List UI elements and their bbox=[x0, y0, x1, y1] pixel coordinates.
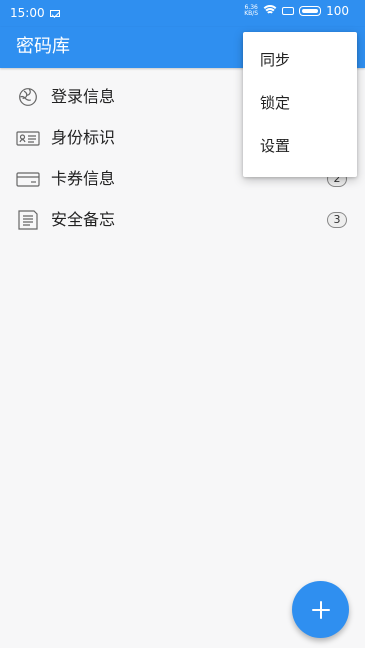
menu-item-lock[interactable]: 锁定 bbox=[243, 82, 357, 126]
list-item-note[interactable]: 安全备忘 3 bbox=[0, 200, 365, 240]
list-item-label: 登录信息 bbox=[51, 87, 116, 106]
list-item-label: 身份标识 bbox=[51, 128, 116, 147]
plus-icon bbox=[311, 600, 330, 619]
menu-item-label: 设置 bbox=[260, 137, 291, 155]
card-icon bbox=[16, 169, 40, 189]
menu-item-label: 同步 bbox=[260, 51, 291, 69]
network-speed-unit: KB/S bbox=[244, 10, 259, 17]
count-badge: 3 bbox=[327, 212, 347, 228]
note-icon bbox=[16, 210, 40, 230]
menu-item-sync[interactable]: 同步 bbox=[243, 39, 357, 83]
battery-level: 100 bbox=[326, 4, 349, 18]
globe-icon bbox=[16, 87, 40, 107]
mail-icon bbox=[49, 9, 60, 17]
menu-item-label: 锁定 bbox=[260, 94, 291, 112]
network-speed: 6.36 KB/S bbox=[244, 5, 258, 17]
app-title: 密码库 bbox=[16, 36, 70, 57]
list-item-label: 卡券信息 bbox=[51, 169, 116, 188]
status-bar: 15:00 6.36 KB/S 100 bbox=[0, 0, 365, 27]
status-right: 6.36 KB/S 100 bbox=[244, 4, 349, 18]
status-time: 15:00 bbox=[10, 6, 45, 20]
menu-item-settings[interactable]: 设置 bbox=[243, 125, 357, 169]
add-item-button[interactable] bbox=[292, 581, 349, 638]
list-item-label: 安全备忘 bbox=[51, 210, 116, 229]
id-card-icon bbox=[16, 128, 40, 148]
battery-icon bbox=[299, 6, 322, 16]
wifi-icon bbox=[261, 5, 280, 16]
status-left: 15:00 bbox=[10, 6, 60, 20]
screen-icon bbox=[282, 7, 295, 15]
overflow-menu: 同步 锁定 设置 bbox=[243, 32, 357, 177]
